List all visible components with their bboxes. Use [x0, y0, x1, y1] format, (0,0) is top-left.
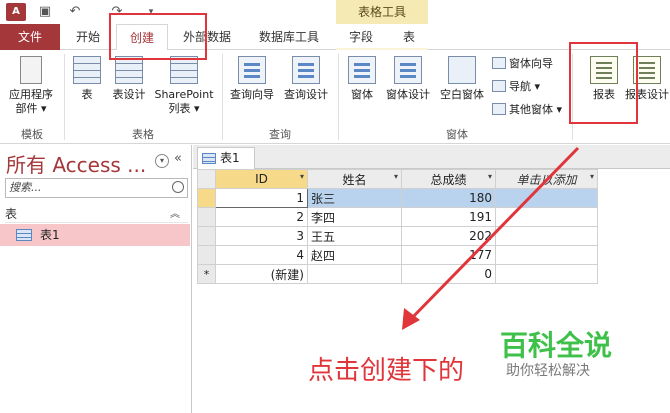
annotation-text: 点击创建下的 [308, 356, 465, 386]
watermark-logo-text: 百科全说 [500, 329, 613, 362]
watermark-tagline: 助你轻松解决 [506, 363, 590, 379]
